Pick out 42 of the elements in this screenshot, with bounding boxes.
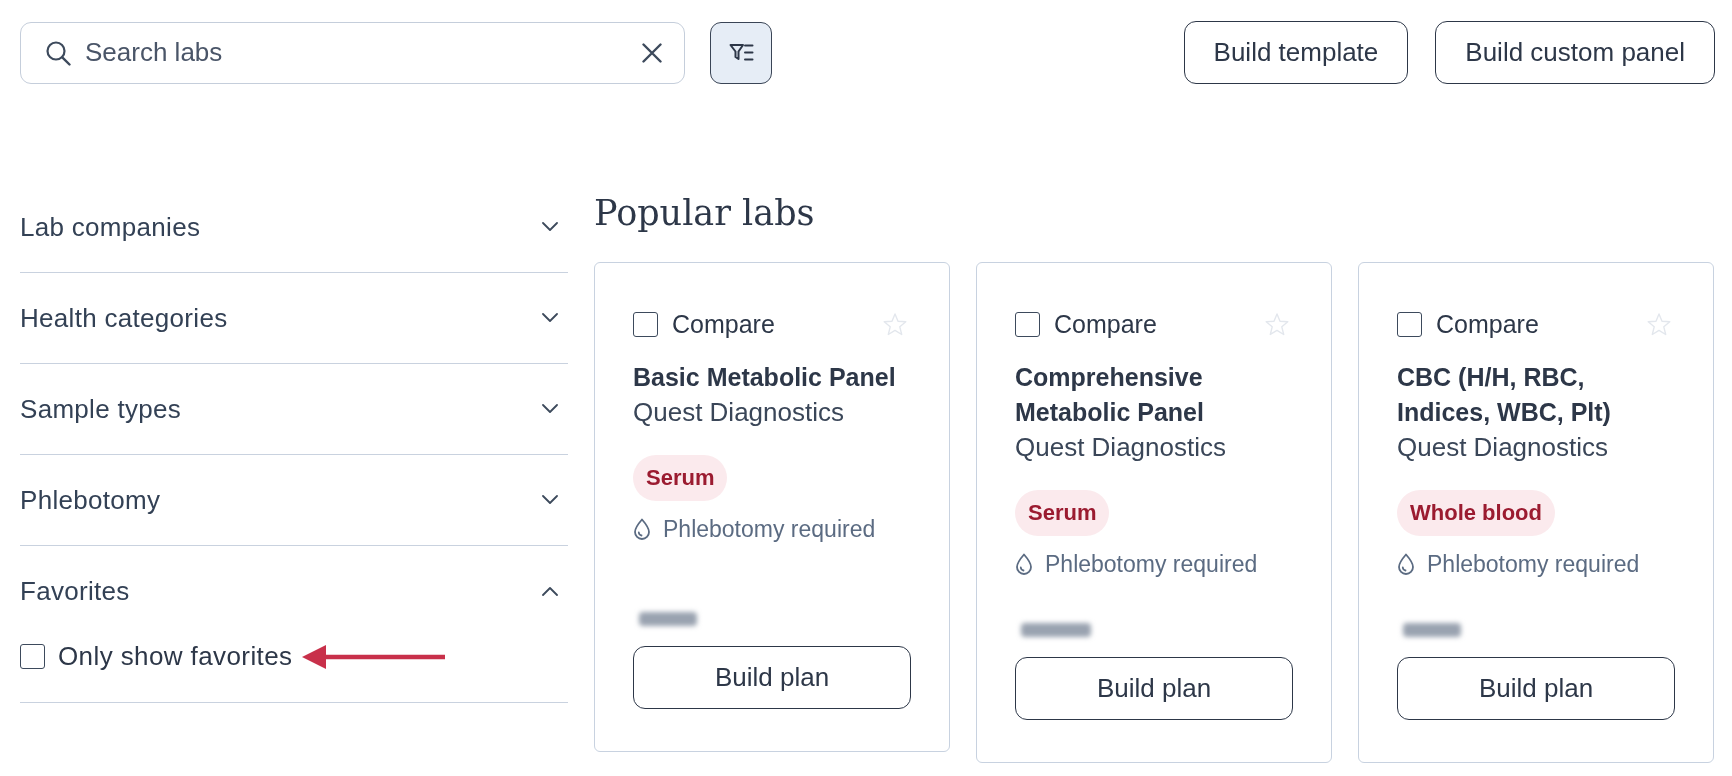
build-plan-button[interactable]: Build plan <box>1015 657 1293 720</box>
checkbox[interactable] <box>1397 311 1422 337</box>
build-plan-button[interactable]: Build plan <box>1397 657 1675 720</box>
filter-section-header[interactable]: Phlebotomy <box>20 455 568 545</box>
compare-label[interactable]: Compare <box>1054 309 1157 339</box>
action-button[interactable]: Build template <box>1183 21 1409 84</box>
star-icon[interactable] <box>1647 312 1671 336</box>
filter-section-header[interactable]: Lab companies <box>20 182 568 272</box>
lab-provider: Quest Diagnostics <box>1397 431 1609 464</box>
star-icon[interactable] <box>1265 312 1289 336</box>
checkbox-label[interactable]: Only show favorites <box>58 641 293 672</box>
droplet-icon <box>1397 553 1415 575</box>
compare-label[interactable]: Compare <box>672 309 775 339</box>
close-icon[interactable] <box>642 42 662 63</box>
lab-provider: Quest Diagnostics <box>633 396 845 429</box>
filter-button[interactable] <box>710 21 772 84</box>
filter-icon <box>728 42 754 63</box>
build-plan-button[interactable]: Build plan <box>633 646 911 709</box>
sample-type-tag: Serum <box>633 455 728 501</box>
checkbox[interactable] <box>20 644 45 669</box>
lab-name: Basic Metabolic Panel <box>633 362 897 393</box>
filter-section-header[interactable]: Health categories <box>20 273 568 363</box>
compare-label[interactable]: Compare <box>1436 309 1539 339</box>
lab-name: Comprehensive Metabolic Panel <box>1015 362 1205 428</box>
sample-type-tag: Whole blood <box>1397 490 1555 536</box>
checkbox[interactable] <box>633 311 658 337</box>
droplet-icon <box>633 518 651 540</box>
star-icon[interactable] <box>883 312 907 336</box>
lab-name: CBC (H/H, RBC, Indices, WBC, Plt) <box>1397 362 1612 428</box>
sample-type-tag: Serum <box>1015 490 1110 536</box>
filter-section-header[interactable]: Favorites <box>20 546 568 636</box>
search-icon <box>45 39 71 66</box>
section-title: Popular labs <box>594 192 816 235</box>
checkbox[interactable] <box>1015 311 1040 337</box>
search-field[interactable]: Search labs <box>20 21 685 84</box>
requirement-text: Phlebotomy required <box>1045 550 1258 578</box>
droplet-icon <box>1015 553 1033 575</box>
requirement-text: Phlebotomy required <box>1427 550 1640 578</box>
filter-section-header[interactable]: Sample types <box>20 364 568 454</box>
requirement-text: Phlebotomy required <box>663 515 876 543</box>
lab-provider: Quest Diagnostics <box>1015 431 1227 464</box>
action-button[interactable]: Build custom panel <box>1435 21 1715 84</box>
